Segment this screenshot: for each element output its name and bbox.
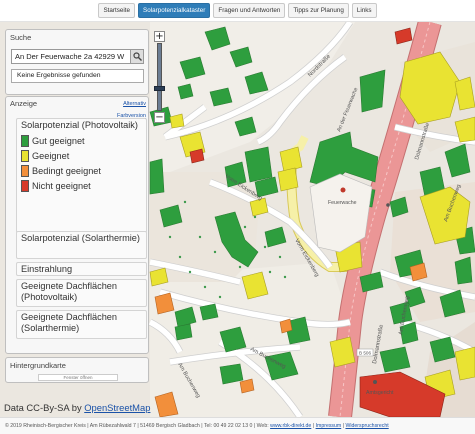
attribution-prefix: Data CC-By-SA by <box>4 402 85 413</box>
search-result-message: Keine Ergebnisse gefunden <box>11 69 144 83</box>
footer-widerspruch-link[interactable]: Widerspruchsrecht <box>345 423 388 429</box>
section-solarpotenzial-pv[interactable]: Solarpotenzial (Photovoltaik) Gut geeign… <box>16 118 147 233</box>
search-title: Suche <box>10 33 32 42</box>
section-title-solarthermie: Solarpotenzial (Solarthermie) <box>21 233 140 243</box>
label-amtsgericht: Amtsgericht <box>366 390 394 396</box>
search-row <box>11 49 144 64</box>
search-panel: Suche Keine Ergebnisse gefunden <box>5 29 149 95</box>
search-button[interactable] <box>131 49 144 64</box>
legend-swatch-nicht <box>21 180 29 192</box>
background-map-title: Hintergrundkarte <box>10 361 66 370</box>
nav-startseite[interactable]: Startseite <box>98 3 136 18</box>
legend-label-geeignet: Geeignet <box>32 151 70 161</box>
poi-icon <box>386 203 390 207</box>
legend-item-geeignet: Geeignet <box>21 150 146 162</box>
legend-label-nicht: Nicht geeignet <box>32 181 91 191</box>
background-map-toggle[interactable]: Fenster öffnen <box>38 374 118 381</box>
nav-tipps-zur-planung[interactable]: Tipps zur Planung <box>288 3 349 18</box>
display-panel: Anzeige Alternativ Farbversion Solarpote… <box>5 96 149 354</box>
section-solarpotenzial-solarthermie[interactable]: Solarpotenzial (Solarthermie) <box>16 231 147 259</box>
footer-impressum-link[interactable]: Impressum <box>316 423 342 429</box>
label-b506: B 506 <box>359 351 371 356</box>
section-title-einstrahlung: Einstrahlung <box>21 264 73 274</box>
label-feuerwache: Feuerwache <box>328 200 357 206</box>
map-attribution: Data CC-By-SA by OpenStreetMap <box>4 402 150 413</box>
section-title-dachflaechen-pv: Geeignete Dachflächen (Photovoltaik) <box>21 281 118 302</box>
legend-swatch-geeignet <box>21 150 29 162</box>
legend-item-bedingt: Bedingt geeignet <box>21 165 146 177</box>
legend-swatch-gut <box>21 135 29 147</box>
page: Startseite Solarpotenzialkataster Fragen… <box>0 0 475 434</box>
footer: © 2019 Rheinisch-Bergischer Kreis | Am R… <box>0 417 475 434</box>
zoom-slider-track[interactable] <box>157 43 162 111</box>
legend-swatch-bedingt <box>21 165 29 177</box>
alternative-link[interactable]: Alternativ <box>123 101 146 107</box>
osm-link[interactable]: OpenStreetMap <box>84 402 150 413</box>
fire-station-icon <box>340 187 346 193</box>
legend-item-gut: Gut geeignet <box>21 135 146 147</box>
zoom-out-button[interactable]: − <box>154 112 165 123</box>
footer-web-link[interactable]: www.rbk-direkt.de <box>270 423 311 429</box>
top-navigation: Startseite Solarpotenzialkataster Fragen… <box>0 0 475 22</box>
section-einstrahlung[interactable]: Einstrahlung <box>16 262 147 276</box>
display-title: Anzeige <box>10 99 38 108</box>
section-dachflaechen-solarthermie[interactable]: Geeignete Dachflächen (Solarthermie) <box>16 310 147 339</box>
nav-fragen-und-antworten[interactable]: Fragen und Antworten <box>213 3 286 18</box>
zoom-slider-knob[interactable] <box>154 86 165 91</box>
footer-text: © 2019 Rheinisch-Bergischer Kreis | Am R… <box>5 423 271 429</box>
legend-label-bedingt: Bedingt geeignet <box>32 166 101 176</box>
nav-links[interactable]: Links <box>351 3 377 18</box>
legend-item-nicht: Nicht geeignet <box>21 180 146 192</box>
section-title-pv: Solarpotenzial (Photovoltaik) <box>21 120 138 130</box>
section-title-dachflaechen-st: Geeignete Dachflächen (Solarthermie) <box>21 312 118 333</box>
search-input[interactable] <box>11 49 131 64</box>
section-dachflaechen-pv[interactable]: Geeignete Dachflächen (Photovoltaik) <box>16 279 147 307</box>
search-icon <box>132 52 142 61</box>
nav-solarpotenzialkataster[interactable]: Solarpotenzialkataster <box>138 3 211 18</box>
legend-label-gut: Gut geeignet <box>32 136 85 146</box>
zoom-in-button[interactable]: + <box>154 31 165 42</box>
background-map-panel[interactable]: Hintergrundkarte Fenster öffnen <box>5 357 149 383</box>
court-icon <box>373 380 377 384</box>
